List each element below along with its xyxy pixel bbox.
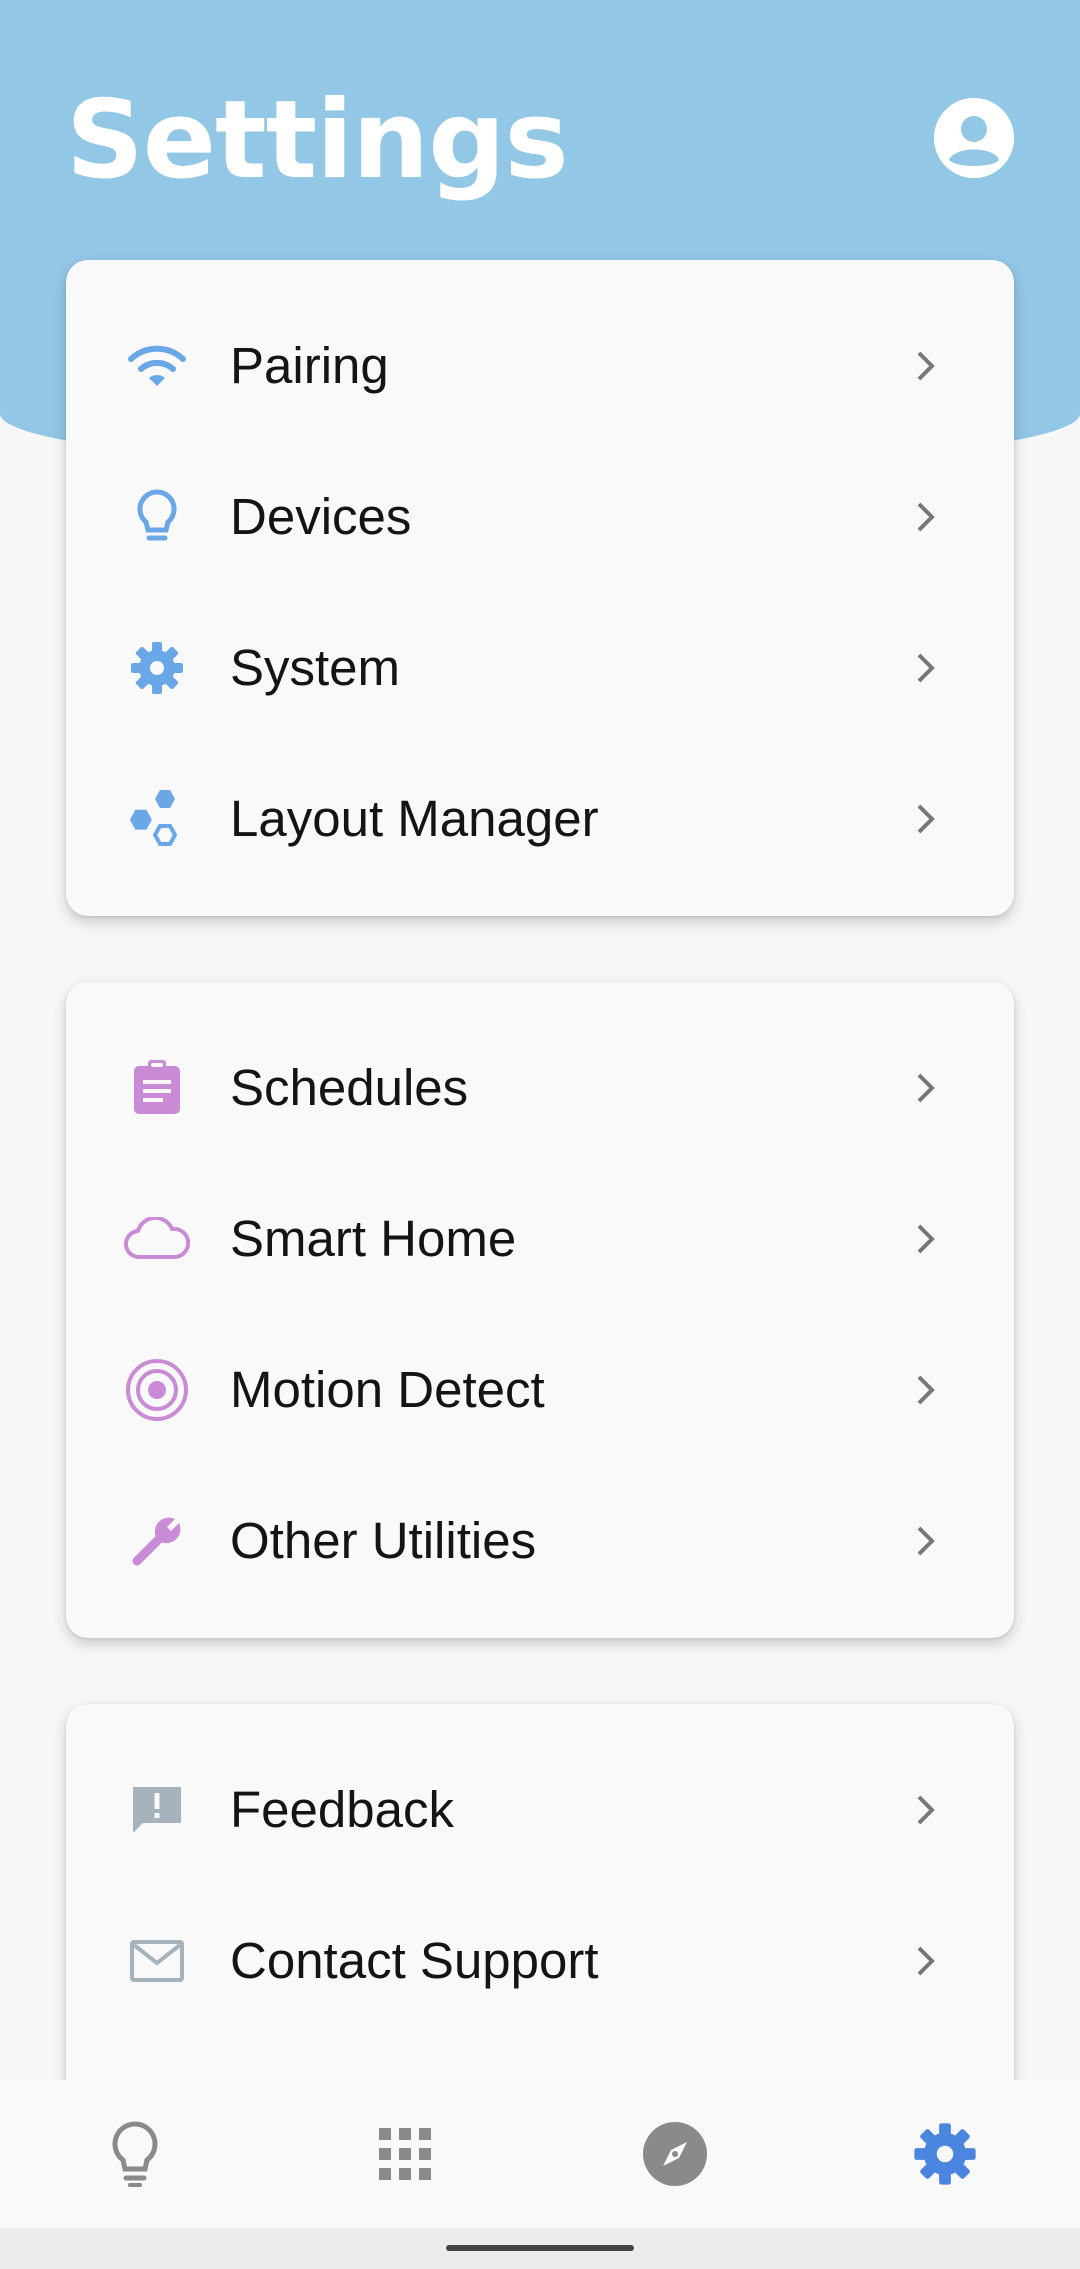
gesture-handle[interactable] bbox=[446, 2245, 634, 2251]
wifi-icon bbox=[124, 333, 190, 399]
settings-item-label: Layout Manager bbox=[230, 790, 599, 847]
clipboard-icon bbox=[124, 1055, 190, 1121]
settings-item-label: Other Utilities bbox=[230, 1512, 537, 1569]
settings-item-contact-support[interactable]: Contact Support bbox=[66, 1885, 1014, 2036]
chevron-right-icon bbox=[906, 1370, 946, 1410]
settings-item-devices[interactable]: Devices bbox=[66, 441, 1014, 592]
settings-screen: Settings Pairing Devices System Layout M… bbox=[0, 0, 1080, 2269]
settings-item-label: Pairing bbox=[230, 337, 389, 394]
bottom-navigation bbox=[0, 2080, 1080, 2228]
wrench-icon bbox=[124, 1508, 190, 1574]
settings-item-label: Smart Home bbox=[230, 1210, 517, 1267]
target-icon bbox=[124, 1357, 190, 1423]
hexagons-icon bbox=[124, 786, 190, 852]
mail-icon bbox=[124, 1928, 190, 1994]
lightbulb-icon bbox=[112, 2121, 158, 2187]
settings-item-smart-home[interactable]: Smart Home bbox=[66, 1163, 1014, 1314]
cloud-icon bbox=[124, 1206, 190, 1272]
settings-item-layout-manager[interactable]: Layout Manager bbox=[66, 743, 1014, 894]
system-gesture-area bbox=[0, 2228, 1080, 2269]
feedback-icon bbox=[124, 1777, 190, 1843]
nav-apps[interactable] bbox=[270, 2080, 540, 2228]
chevron-right-icon bbox=[906, 346, 946, 386]
nav-devices[interactable] bbox=[0, 2080, 270, 2228]
nav-explore[interactable] bbox=[540, 2080, 810, 2228]
settings-item-pairing[interactable]: Pairing bbox=[66, 290, 1014, 441]
lightbulb-icon bbox=[124, 484, 190, 550]
settings-item-label: Devices bbox=[230, 488, 412, 545]
gear-icon bbox=[124, 635, 190, 701]
chevron-right-icon bbox=[906, 648, 946, 688]
chevron-right-icon bbox=[906, 1941, 946, 1981]
grid-icon bbox=[379, 2128, 431, 2180]
nav-settings[interactable] bbox=[810, 2080, 1080, 2228]
settings-group-2: Schedules Smart Home Motion Detect Other… bbox=[66, 982, 1014, 1638]
chevron-right-icon bbox=[906, 1219, 946, 1259]
profile-button[interactable] bbox=[934, 98, 1014, 178]
settings-group-1: Pairing Devices System Layout Manager bbox=[66, 260, 1014, 916]
chevron-right-icon bbox=[906, 497, 946, 537]
settings-item-schedules[interactable]: Schedules bbox=[66, 1012, 1014, 1163]
chevron-right-icon bbox=[906, 1068, 946, 1108]
page-title: Settings bbox=[66, 78, 569, 203]
settings-item-label: System bbox=[230, 639, 401, 696]
chevron-right-icon bbox=[906, 1521, 946, 1561]
account-circle-icon bbox=[934, 98, 1014, 178]
settings-item-label: Feedback bbox=[230, 1781, 454, 1838]
compass-icon bbox=[643, 2122, 707, 2186]
gear-icon bbox=[914, 2123, 976, 2185]
settings-item-motion-detect[interactable]: Motion Detect bbox=[66, 1314, 1014, 1465]
settings-item-feedback[interactable]: Feedback bbox=[66, 1734, 1014, 1885]
settings-item-label: Schedules bbox=[230, 1059, 469, 1116]
settings-item-other-utilities[interactable]: Other Utilities bbox=[66, 1465, 1014, 1616]
chevron-right-icon bbox=[906, 799, 946, 839]
settings-item-label: Motion Detect bbox=[230, 1361, 545, 1418]
settings-item-label: Contact Support bbox=[230, 1932, 599, 1989]
settings-item-system[interactable]: System bbox=[66, 592, 1014, 743]
chevron-right-icon bbox=[906, 1790, 946, 1830]
